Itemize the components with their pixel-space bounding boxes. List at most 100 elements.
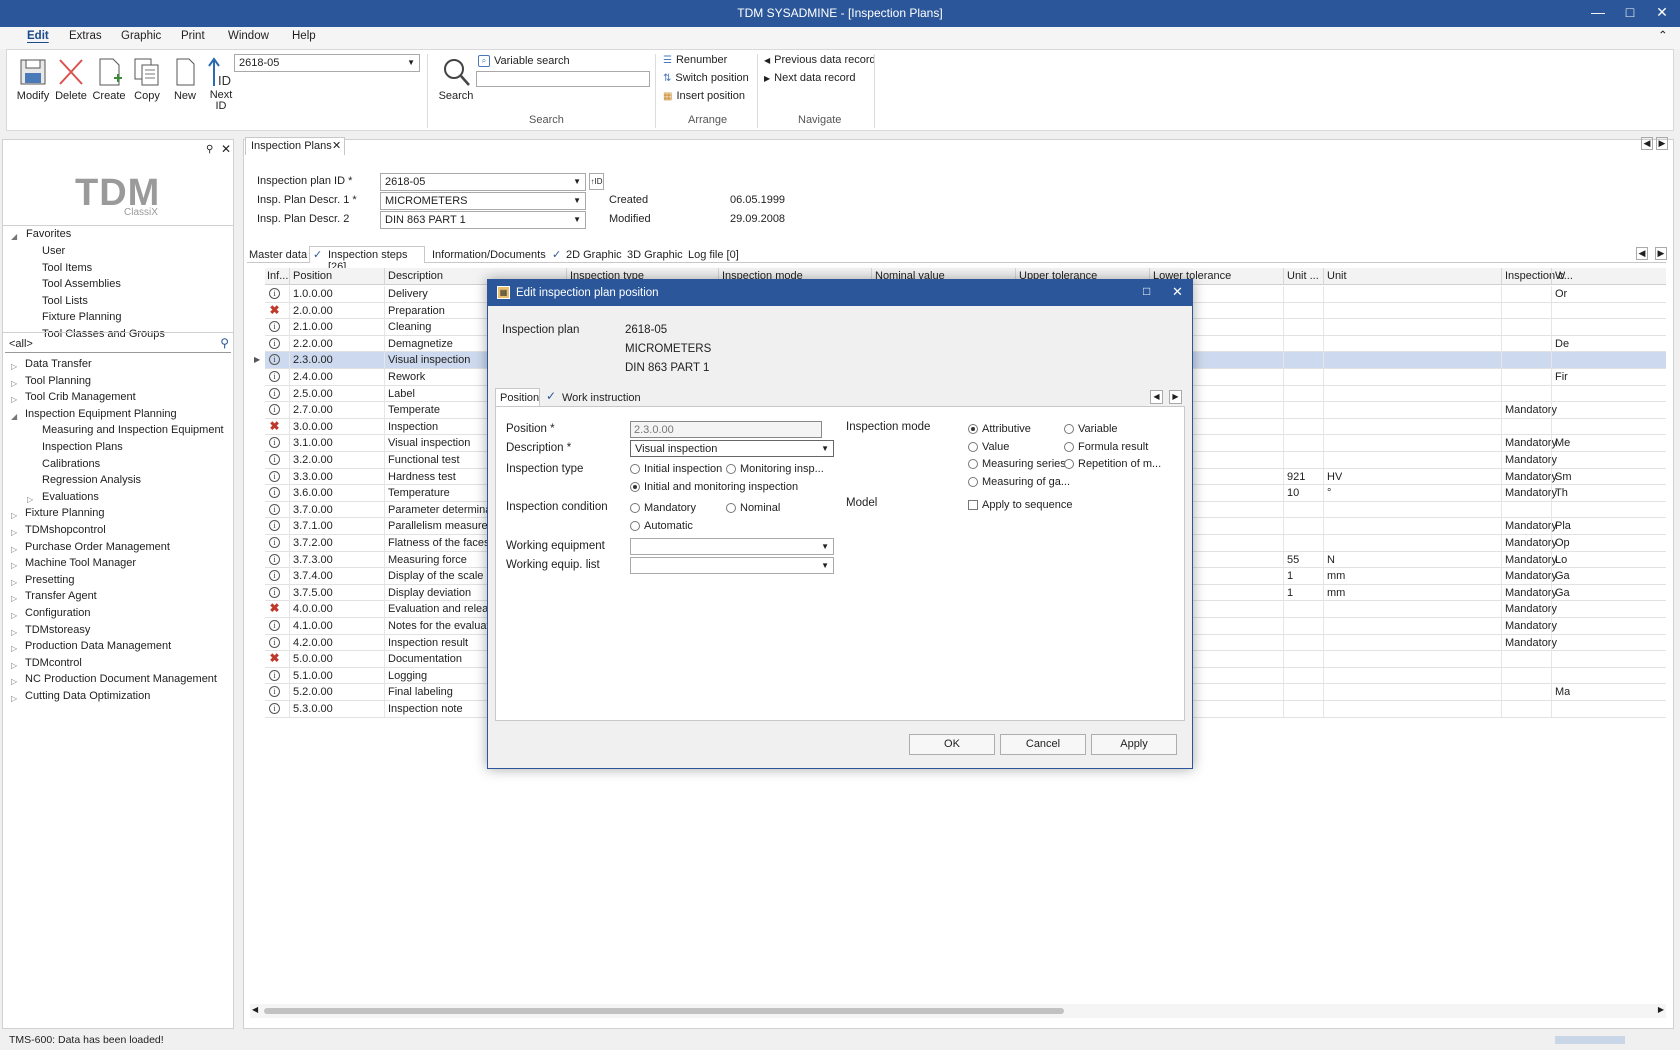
favorite-item[interactable]: Tool Items	[42, 262, 92, 274]
tree-item[interactable]: TDMcontrol	[25, 657, 82, 669]
record-combo[interactable]: 2618-05 ▼	[234, 54, 420, 72]
radio-automatic[interactable]: Automatic	[630, 520, 693, 532]
search-input[interactable]	[476, 71, 650, 87]
tree-item[interactable]: TDMstoreasy	[25, 624, 90, 636]
column-header[interactable]: W	[1555, 270, 1565, 282]
tree-child-item[interactable]: Calibrations	[42, 458, 100, 470]
apply-to-sequence-checkbox[interactable]: Apply to sequence	[968, 499, 1073, 511]
create-button[interactable]: Create	[91, 56, 127, 102]
tab-3d-graphic[interactable]: 3D Graphic	[627, 249, 683, 261]
tree-item[interactable]: Production Data Management	[25, 640, 171, 652]
expand-icon[interactable]: ▷	[11, 362, 17, 371]
column-header[interactable]: Unit	[1327, 270, 1347, 282]
expand-icon[interactable]: ▷	[11, 545, 17, 554]
column-header[interactable]: Position	[293, 270, 332, 282]
expand-icon[interactable]: ▷	[11, 611, 17, 620]
radio-measuring-of-gauges[interactable]: Measuring of ga...	[968, 476, 1070, 488]
tree-item[interactable]: Fixture Planning	[25, 507, 105, 519]
expand-icon[interactable]: ▷	[11, 578, 17, 587]
expand-icon[interactable]: ▷	[11, 528, 17, 537]
menu-print[interactable]: Print	[181, 30, 205, 42]
column-divider[interactable]	[289, 268, 290, 285]
next-id-icon[interactable]: ↑ID	[589, 173, 604, 190]
favorite-item[interactable]: Tool Assemblies	[42, 278, 121, 290]
ok-button[interactable]: OK	[909, 734, 995, 755]
scroll-right-icon[interactable]: ▶	[1655, 247, 1667, 260]
radio-measuring-series[interactable]: Measuring series	[968, 458, 1066, 470]
collapse-icon[interactable]: ◢	[11, 412, 17, 421]
menu-graphic[interactable]: Graphic	[121, 30, 161, 42]
scrollbar-thumb[interactable]	[264, 1008, 1064, 1014]
new-button[interactable]: New	[167, 56, 203, 102]
close-panel-icon[interactable]: ✕	[221, 142, 231, 156]
tab-information-documents[interactable]: Information/Documents	[432, 249, 546, 261]
collapse-ribbon-icon[interactable]: ⌃	[1658, 28, 1668, 42]
scroll-left-icon[interactable]: ◀	[1150, 390, 1163, 404]
tab-master-data[interactable]: Master data	[249, 249, 307, 261]
switch-position-button[interactable]: ⇅ Switch position	[663, 72, 749, 84]
menu-window[interactable]: Window	[228, 30, 269, 42]
tab-inspection-steps[interactable]: ✓ Inspection steps [26]	[309, 246, 425, 273]
close-icon[interactable]: ✕	[1172, 284, 1183, 300]
inspection-plan-id-combo[interactable]: 2618-05 ▼	[380, 173, 586, 191]
search-icon[interactable]: ⚲	[220, 336, 229, 350]
tree-item[interactable]: NC Production Document Management	[25, 673, 217, 685]
tab-work-instruction[interactable]: Work instruction	[562, 392, 641, 404]
tree-item[interactable]: Cutting Data Optimization	[25, 690, 150, 702]
scroll-left-icon[interactable]: ◀	[1636, 247, 1648, 260]
renumber-button[interactable]: ☰ Renumber	[663, 54, 727, 66]
menu-help[interactable]: Help	[292, 30, 316, 42]
tab-position[interactable]: Position	[495, 388, 540, 406]
close-tab-icon[interactable]: ✕	[332, 139, 341, 152]
copy-button[interactable]: Copy	[129, 56, 165, 102]
scroll-left-icon[interactable]: ◀	[252, 1005, 258, 1014]
menu-extras[interactable]: Extras	[69, 30, 102, 42]
doc-tab-inspection-plans[interactable]: Inspection Plans ✕	[245, 137, 345, 155]
insert-position-button[interactable]: ▦ Insert position	[663, 90, 745, 102]
tree-item[interactable]: Configuration	[25, 607, 90, 619]
tree-item[interactable]: TDMshopcontrol	[25, 524, 106, 536]
column-divider[interactable]	[384, 268, 385, 285]
scroll-right-icon[interactable]: ▶	[1169, 390, 1182, 404]
menu-edit[interactable]: Edit	[27, 30, 49, 42]
expand-icon[interactable]: ▷	[11, 628, 17, 637]
radio-mandatory[interactable]: Mandatory	[630, 502, 696, 514]
tree-item[interactable]: Machine Tool Manager	[25, 557, 136, 569]
tree-child-item[interactable]: Inspection Plans	[42, 441, 123, 453]
tree-item[interactable]: Transfer Agent	[25, 590, 97, 602]
column-header[interactable]: Unit ...	[1287, 270, 1319, 282]
insp-plan-descr1-combo[interactable]: MICROMETERS ▼	[380, 192, 586, 210]
radio-initial-inspection[interactable]: Initial inspection	[630, 463, 722, 475]
tree-child-item[interactable]: Regression Analysis	[42, 474, 141, 486]
working-equip-list-combo[interactable]: ▼	[630, 557, 834, 574]
tree-item[interactable]: Data Transfer	[25, 358, 92, 370]
tab-2d-graphic[interactable]: 2D Graphic	[566, 249, 622, 261]
expand-icon[interactable]: ▷	[11, 594, 17, 603]
expand-icon[interactable]: ▷	[27, 495, 33, 504]
scroll-right-icon[interactable]: ▶	[1658, 1005, 1664, 1014]
variable-search-button[interactable]: ⌕ Variable search	[478, 55, 570, 67]
minimize-icon[interactable]: —	[1588, 4, 1608, 20]
radio-attributive[interactable]: Attributive	[968, 423, 1031, 435]
radio-repetition[interactable]: Repetition of m...	[1064, 458, 1161, 470]
expand-icon[interactable]: ▷	[11, 661, 17, 670]
apply-button[interactable]: Apply	[1091, 734, 1177, 755]
radio-value[interactable]: Value	[968, 441, 1009, 453]
expand-icon[interactable]: ▷	[11, 677, 17, 686]
close-icon[interactable]: ✕	[1652, 4, 1672, 21]
radio-formula-result[interactable]: Formula result	[1064, 441, 1148, 453]
expand-favorites-icon[interactable]: ◢	[11, 232, 17, 241]
favorite-item[interactable]: Tool Lists	[42, 295, 88, 307]
tree-item[interactable]: Presetting	[25, 574, 75, 586]
tree-item[interactable]: Purchase Order Management	[25, 541, 170, 553]
working-equipment-combo[interactable]: ▼	[630, 538, 834, 555]
radio-nominal[interactable]: Nominal	[726, 502, 780, 514]
tree-child-item[interactable]: Evaluations	[42, 491, 99, 503]
insp-plan-descr2-combo[interactable]: DIN 863 PART 1 ▼	[380, 211, 586, 229]
tab-log-file[interactable]: Log file [0]	[688, 249, 739, 261]
maximize-icon[interactable]: □	[1620, 4, 1640, 20]
radio-variable[interactable]: Variable	[1064, 423, 1118, 435]
expand-icon[interactable]: ▷	[11, 379, 17, 388]
column-divider[interactable]	[1501, 268, 1502, 285]
expand-icon[interactable]: ▷	[11, 644, 17, 653]
